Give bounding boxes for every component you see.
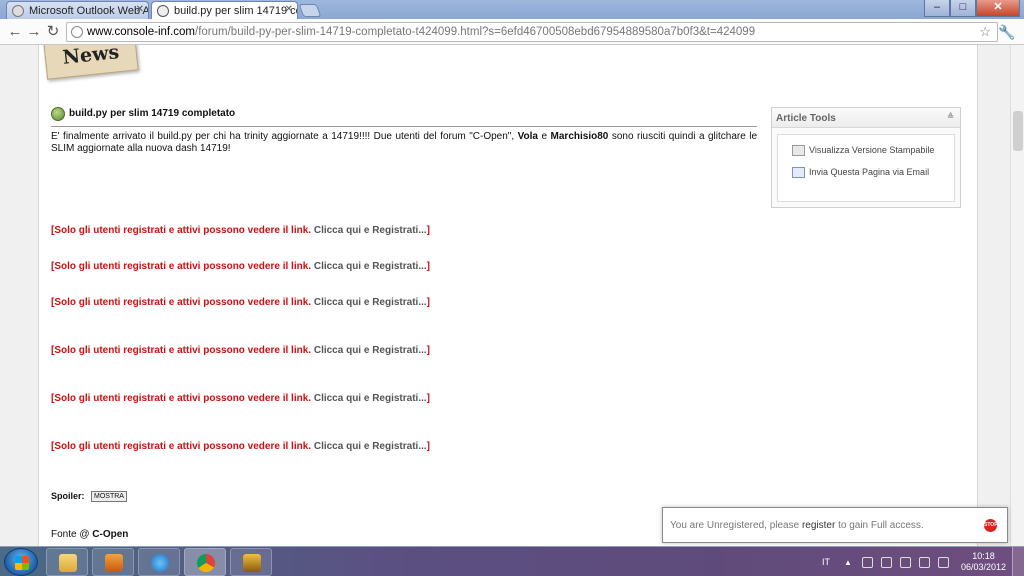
system-tray: IT ▲ 10:18 06/03/2012 [822,547,1024,576]
page-scrollbar[interactable] [1010,45,1024,546]
unregistered-notice: You are Unregistered, please register to… [662,507,1008,543]
device-icon[interactable] [880,556,892,568]
show-desktop-button[interactable] [1012,547,1024,576]
clock[interactable]: 10:18 06/03/2012 [961,551,1006,573]
window-controls: – □ ✕ [924,0,1020,18]
close-tab-icon[interactable]: ✕ [285,4,293,15]
page-viewport: News build.py per slim 14719 completato … [0,45,1024,546]
scrollbar-thumb[interactable] [1013,111,1023,151]
body-text: E' finalmente arrivato il build.py per c… [51,131,515,142]
article-title: build.py per slim 14719 completato [69,108,236,119]
clock-date: 06/03/2012 [960,562,1006,572]
start-button[interactable] [4,548,38,576]
hidden-link-notice[interactable]: [Solo gli utenti registrati e attivi pos… [51,393,430,404]
article-tools-title: Article Tools [776,113,836,124]
news-logo: News [43,45,139,80]
url-path: /forum/build-py-per-slim-14719-completat… [195,26,756,38]
language-indicator[interactable]: IT [822,557,830,567]
collapse-icon[interactable]: ≙ [947,112,954,121]
spoiler-show-button[interactable]: MOSTRA [91,491,127,503]
email-icon [792,167,805,179]
close-window-button[interactable]: ✕ [976,0,1020,17]
taskbar-internet-explorer[interactable] [138,548,180,576]
taskbar-explorer[interactable] [46,548,88,576]
spoiler: Spoiler: MOSTRA [51,491,127,503]
hidden-link-notice[interactable]: [Solo gli utenti registrati e attivi pos… [51,441,430,452]
tab-build-py[interactable]: build.py per slim 14719 cor ✕ [151,1,298,19]
tab-title: build.py per slim 14719 cor [174,5,298,17]
article-tools-list: Visualizza Versione Stampabile Invia Que… [777,134,955,202]
outlook-favicon-icon [12,5,24,17]
tab-strip: Microsoft Outlook Web Ac ✕ build.py per … [0,0,1024,19]
clock-time: 10:18 [972,551,995,561]
back-arrow-icon[interactable]: ← [6,23,24,41]
user-name-vola: Vola [517,131,538,142]
register-link[interactable]: register [802,520,835,531]
stop-icon[interactable]: STOP [984,519,998,532]
taskbar-media-player[interactable] [92,548,134,576]
browser-toolbar: ← → ↻ www.console-inf.com/forum/build-py… [0,19,1024,45]
globe-icon [71,26,83,38]
url-host: www.console-inf.com [87,26,196,38]
article-tools-panel: Article Tools ≙ Visualizza Versione Stam… [771,107,961,208]
new-tab-button[interactable] [298,4,322,17]
wrench-menu-icon[interactable]: 🔧 [998,23,1016,41]
hidden-link-notice[interactable]: [Solo gli utenti registrati e attivi pos… [51,345,430,356]
hidden-link-notice[interactable]: [Solo gli utenti registrati e attivi pos… [51,261,430,272]
article-body: E' finalmente arrivato il build.py per c… [51,131,757,155]
minimize-button[interactable]: – [924,0,950,17]
volume-icon[interactable] [937,556,949,568]
body-text: e [541,131,548,142]
site-favicon-icon [157,5,169,17]
bookmark-star-icon[interactable]: ☆ [979,23,991,41]
folder-icon [59,554,77,572]
source-line: Fonte @ C-Open [51,529,128,540]
close-tab-icon[interactable]: ✕ [136,4,144,15]
media-player-icon [105,554,123,572]
chrome-icon [197,554,215,572]
reload-icon[interactable]: ↻ [44,23,62,41]
windows-logo-icon [15,556,29,570]
article-tools-header[interactable]: Article Tools ≙ [772,108,960,128]
printer-icon [792,145,805,157]
windows-taskbar: IT ▲ 10:18 06/03/2012 [0,546,1024,576]
page-content: News build.py per slim 14719 completato … [38,45,978,546]
network-icon[interactable] [918,556,930,568]
tab-title: Microsoft Outlook Web Ac [29,5,149,17]
taskbar-chrome[interactable] [184,548,226,576]
spoiler-label: Spoiler: [51,491,85,501]
print-version-link[interactable]: Visualizza Versione Stampabile [792,145,934,157]
source-value: C-Open [92,529,129,540]
hidden-link-notice[interactable]: [Solo gli utenti registrati e attivi pos… [51,225,430,236]
internet-explorer-icon [151,554,169,572]
article-header: build.py per slim 14719 completato [51,107,757,127]
hidden-link-notice[interactable]: [Solo gli utenti registrati e attivi pos… [51,297,430,308]
tab-outlook[interactable]: Microsoft Outlook Web Ac ✕ [6,1,149,19]
app-icon [243,554,261,572]
flag-icon[interactable] [899,556,911,568]
maximize-button[interactable]: □ [950,0,976,17]
show-hidden-icons-icon[interactable]: ▲ [844,558,852,567]
user-name-marchisio80: Marchisio80 [550,131,609,142]
source-label: Fonte @ [51,529,90,540]
xbox-icon [51,107,65,121]
address-bar[interactable]: www.console-inf.com/forum/build-py-per-s… [66,22,998,42]
pin-icon[interactable] [861,556,873,568]
email-page-link[interactable]: Invia Questa Pagina via Email [792,167,929,179]
forward-arrow-icon[interactable]: → [25,23,43,41]
taskbar-app[interactable] [230,548,272,576]
